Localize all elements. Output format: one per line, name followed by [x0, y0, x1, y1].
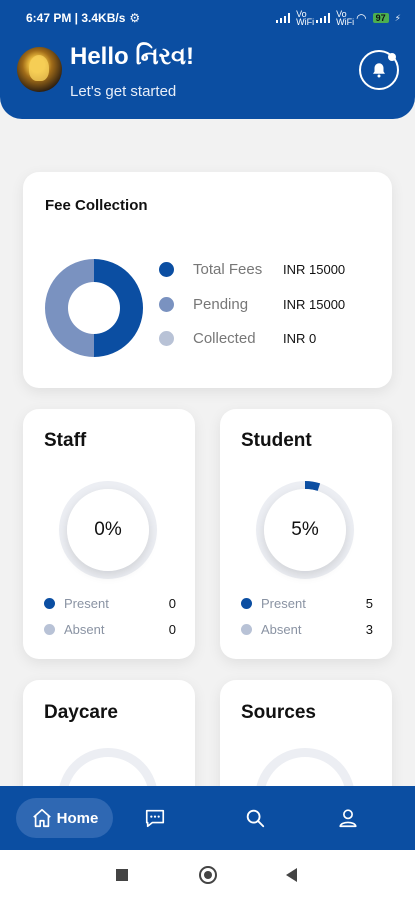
- settings-gear-icon: ⚙: [129, 11, 141, 25]
- network-label: Vo WiFi: [296, 9, 315, 27]
- staff-progress-ring: 0%: [58, 480, 158, 580]
- search-icon: [246, 809, 265, 828]
- avatar[interactable]: [17, 47, 62, 92]
- legend-dot: [44, 598, 55, 609]
- student-percent: 5%: [264, 489, 346, 571]
- student-progress-ring: 5%: [255, 480, 355, 580]
- staff-card[interactable]: Staff 0% Present 0 Absent 0: [23, 409, 195, 659]
- status-bar: 6:47 PM | 3.4KB/s ⚙ Vo WiFi Vo WiFi ◠ 97…: [0, 0, 415, 36]
- bell-icon: [373, 63, 385, 78]
- notification-button[interactable]: [359, 50, 399, 90]
- staff-absent-row: Absent 0: [44, 622, 176, 637]
- chat-icon: [145, 809, 165, 828]
- nav-home-button[interactable]: Home: [16, 798, 113, 838]
- student-present-value: 5: [365, 596, 373, 611]
- greeting-title: Hello નિરવ!: [70, 43, 194, 70]
- nav-chat-button[interactable]: [143, 806, 167, 830]
- legend-label: Pending: [193, 296, 249, 313]
- legend-label: Collected: [193, 330, 256, 347]
- battery-icon: 97: [372, 13, 389, 23]
- bottom-navigation: Home: [0, 786, 415, 850]
- staff-percent: 0%: [67, 489, 149, 571]
- greeting-subtitle: Let's get started: [70, 83, 177, 100]
- status-time: 6:47 PM | 3.4KB/s: [26, 11, 126, 25]
- charging-icon: ⚡: [394, 12, 401, 23]
- status-icons: Vo WiFi Vo WiFi ◠ 97 ⚡: [276, 9, 401, 27]
- network-label: Vo WiFi: [336, 9, 355, 27]
- notification-dot: [388, 53, 396, 61]
- system-navigation-bar: [0, 850, 415, 900]
- sources-title: Sources: [241, 702, 316, 723]
- legend-value: INR 0: [283, 331, 317, 346]
- profile-icon: [339, 809, 357, 828]
- legend-row-collected: Collected INR 0: [159, 330, 316, 347]
- student-present-row: Present 5: [241, 596, 373, 611]
- fee-collection-title: Fee Collection: [45, 197, 148, 214]
- fee-donut-chart: [45, 259, 143, 357]
- donut-segment-total: [94, 259, 143, 357]
- student-title: Student: [241, 430, 312, 451]
- staff-title: Staff: [44, 430, 87, 451]
- donut-segment-pending: [45, 259, 94, 357]
- student-absent-label: Absent: [261, 622, 302, 637]
- app-header: Hello નિરવ! Let's get started: [0, 36, 415, 119]
- fee-collection-card[interactable]: Fee Collection Total Fees INR 15000 Pend…: [23, 172, 392, 388]
- legend-label: Total Fees: [193, 261, 263, 278]
- legend-dot: [159, 331, 174, 346]
- student-absent-row: Absent 3: [241, 622, 373, 637]
- student-present-label: Present: [261, 596, 306, 611]
- staff-present-label: Present: [64, 596, 109, 611]
- student-absent-value: 3: [365, 622, 373, 637]
- recents-icon[interactable]: [116, 869, 128, 881]
- legend-dot: [159, 297, 174, 312]
- home-icon: [32, 808, 51, 828]
- legend-value: INR 15000: [283, 297, 346, 312]
- legend-dot: [44, 624, 55, 635]
- daycare-title: Daycare: [44, 702, 118, 723]
- nav-home-label: Home: [56, 809, 99, 827]
- legend-row-pending: Pending INR 15000: [159, 296, 345, 313]
- student-card[interactable]: Student 5% Present 5 Absent 3: [220, 409, 392, 659]
- nav-search-button[interactable]: [243, 806, 267, 830]
- staff-absent-label: Absent: [64, 622, 105, 637]
- legend-row-total: Total Fees INR 15000: [159, 261, 345, 278]
- nav-profile-button[interactable]: [336, 806, 360, 830]
- staff-absent-value: 0: [168, 622, 176, 637]
- staff-present-row: Present 0: [44, 596, 176, 611]
- legend-value: INR 15000: [283, 262, 346, 277]
- back-icon[interactable]: [286, 868, 297, 882]
- staff-present-value: 0: [168, 596, 176, 611]
- signal-icon: [316, 13, 331, 23]
- wifi-icon: ◠: [356, 11, 367, 25]
- legend-dot: [159, 262, 174, 277]
- signal-icon: [276, 13, 291, 23]
- home-system-icon[interactable]: [199, 866, 217, 884]
- legend-dot: [241, 598, 252, 609]
- legend-dot: [241, 624, 252, 635]
